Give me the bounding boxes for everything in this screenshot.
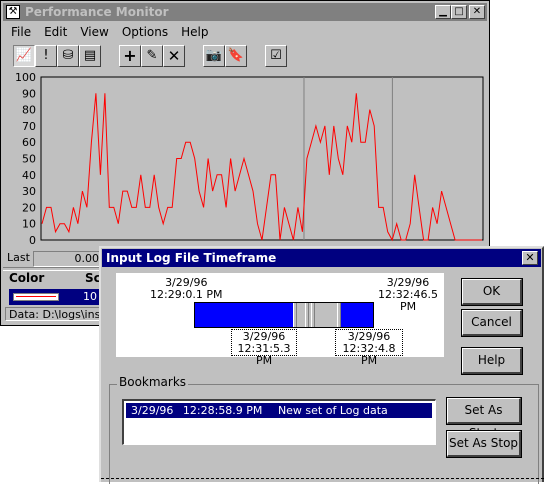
selection-start-time: 12:31:5.3 PM [237,342,291,367]
minimize-icon[interactable]: ▁ [435,5,451,19]
last-value: 0.000 [33,251,107,267]
selection-mid-line [311,303,316,327]
y-tick-label: 100 [15,73,36,84]
list-item[interactable]: 3/29/96 12:28:58.9 PM New set of Log dat… [126,403,432,418]
menu-view[interactable]: View [72,23,113,39]
report-view-icon[interactable]: ▤ [79,45,101,67]
y-tick-label: 60 [22,136,36,149]
ok-button[interactable]: OK [461,278,523,306]
selection-end-time: 12:32:4.8 PM [342,342,396,367]
y-tick-label: 80 [22,104,36,117]
selection-end-handle[interactable] [337,303,342,327]
menu-file[interactable]: File [3,23,36,39]
close-icon[interactable]: ✕ [522,251,538,265]
y-tick-label: 40 [22,169,36,182]
menu-options[interactable]: Options [114,23,173,39]
alert-view-icon[interactable]: ! [35,45,57,67]
edit-counter-icon[interactable]: ✎ [141,45,163,67]
legend-row-selected[interactable]: 10 [9,289,103,305]
maximize-icon[interactable]: □ [451,5,467,19]
y-tick-label: 70 [22,120,36,133]
set-as-start-button[interactable]: Set As Start [446,397,522,440]
log-end-label: 3/29/96 12:32:46.5 PM [372,277,444,313]
delete-counter-icon[interactable]: ✕ [163,45,185,67]
legend-color-swatch [13,293,59,301]
app-icon[interactable]: ⚒ [6,5,20,19]
bookmarks-list[interactable]: 3/29/96 12:28:58.9 PM New set of Log dat… [122,399,436,445]
menu-help[interactable]: Help [173,23,213,39]
bookmark-text: New set of Log data [277,404,388,417]
y-tick-label: 30 [22,185,36,198]
timeframe-panel: 3/29/96 12:29:0.1 PM 3/29/96 12:32:46.5 … [116,273,444,367]
y-tick-label: 10 [22,218,36,231]
bookmarks-label: Bookmarks [117,375,189,389]
y-tick-label: 0 [29,234,36,247]
bookmark-icon[interactable]: 🔖 [225,45,247,67]
screen-clip-edge [101,478,544,479]
menu-edit[interactable]: Edit [36,23,72,39]
log-start-label: 3/29/96 12:29:0.1 PM [150,277,223,301]
menu-bar: File Edit View Options Help [3,23,487,41]
y-axis-ticks: 1009080706050403020100 [15,73,36,247]
last-label: Last [7,251,30,264]
title-bar[interactable]: ⚒ Performance Monitor ▁ □ ✕ [3,3,487,21]
log-view-icon[interactable]: ⛁ [57,45,79,67]
performance-chart: 1009080706050403020100 [15,73,484,247]
window-title: Performance Monitor [25,5,169,19]
input-log-file-timeframe-dialog: Input Log File Timeframe ✕ 3/29/96 12:29… [99,246,544,484]
y-tick-label: 20 [22,201,36,214]
selection-start-label: 3/29/96 12:31:5.3 PM [231,329,297,367]
dialog-title: Input Log File Timeframe [106,251,277,265]
close-icon[interactable]: ✕ [469,5,485,19]
update-now-icon[interactable]: 📷 [203,45,225,67]
set-as-stop-button[interactable]: Set As Stop [446,430,522,458]
dialog-title-bar[interactable]: Input Log File Timeframe ✕ [102,249,541,267]
legend-scale-value: 10 [83,290,97,303]
help-button[interactable]: Help [461,347,523,375]
color-header: Color [9,271,45,285]
y-tick-label: 90 [22,87,36,100]
data-source-path: Data: D:\logs\insto [5,307,103,321]
options-icon[interactable]: ☑ [265,45,287,67]
selection-start-handle[interactable] [293,303,298,327]
y-tick-label: 50 [22,153,36,166]
log-end-time: 12:32:46.5 PM [378,288,438,313]
timeframe-selection[interactable] [293,303,342,327]
selection-mid-line [305,303,310,327]
selection-end-label: 3/29/96 12:32:4.8 PM [335,329,403,367]
log-start-time: 12:29:0.1 PM [150,288,223,301]
bookmark-date: 3/29/96 [131,404,174,417]
toolbar: 📈 ! ⛁ ▤ + ✎ ✕ 📷 🔖 ☑ [3,43,487,69]
bookmark-time: 12:28:58.9 PM [182,404,263,417]
cancel-button[interactable]: Cancel [461,309,523,337]
chart-view-icon[interactable]: 📈 [13,45,35,67]
timeframe-bar[interactable] [194,302,374,328]
add-counter-icon[interactable]: + [119,45,141,67]
